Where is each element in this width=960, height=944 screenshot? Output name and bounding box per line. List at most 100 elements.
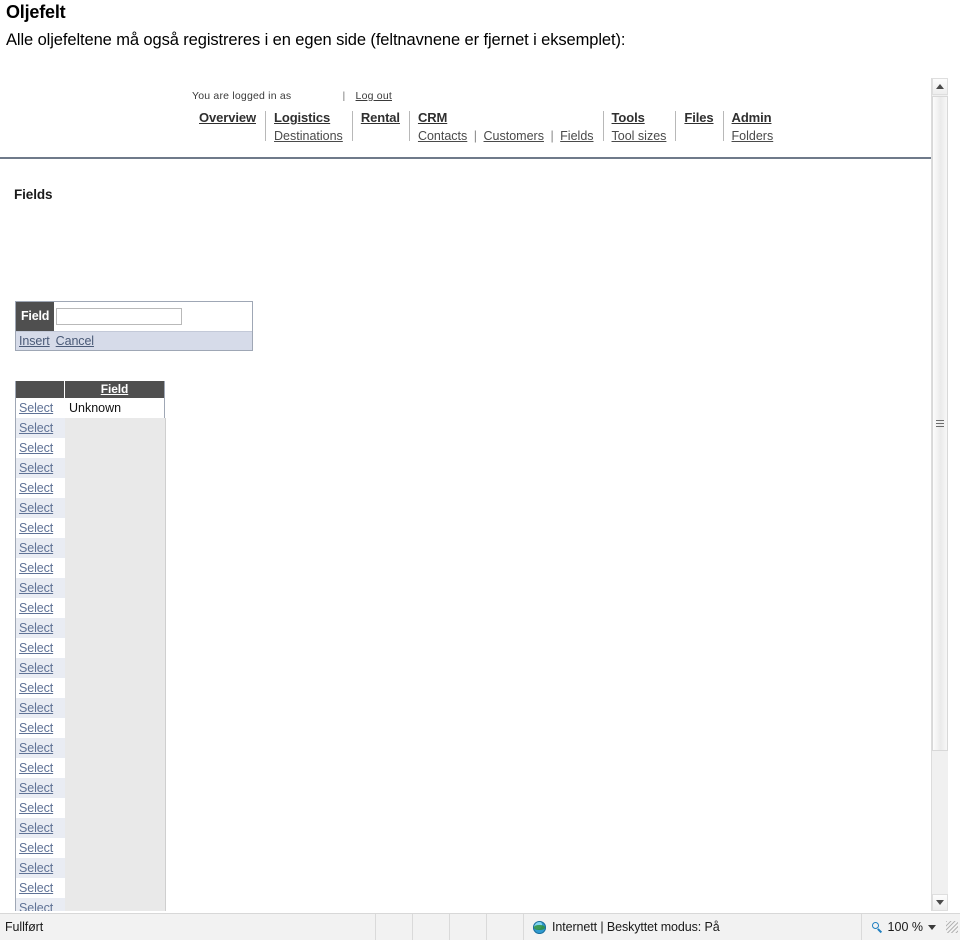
insert-form-actions: Insert Cancel (16, 331, 252, 350)
scroll-up-button[interactable] (932, 78, 948, 95)
nav-item-files[interactable]: Files (684, 110, 713, 126)
row-select-cell: Select (16, 581, 65, 595)
table-row: Select (16, 558, 164, 578)
row-select-cell: Select (16, 701, 65, 715)
nav-item-overview[interactable]: Overview (199, 110, 256, 126)
select-link[interactable]: Select (19, 821, 53, 835)
nav-item-tools[interactable]: Tools (612, 110, 667, 126)
zoom-level-text: 100 % (887, 920, 923, 934)
select-link[interactable]: Select (19, 861, 53, 875)
select-link[interactable]: Select (19, 401, 53, 415)
row-select-cell: Select (16, 601, 65, 615)
select-link[interactable]: Select (19, 681, 53, 695)
row-select-cell: Select (16, 421, 65, 435)
resize-grip-icon[interactable] (946, 921, 958, 933)
row-select-cell: Select (16, 721, 65, 735)
status-text: Fullført (5, 920, 44, 934)
table-row: Select (16, 458, 164, 478)
insert-form-panel: Field Insert Cancel (15, 301, 253, 351)
nav-separator: | (473, 129, 478, 143)
document-paragraph: Alle oljefeltene må også registreres i e… (6, 31, 626, 49)
select-link[interactable]: Select (19, 441, 53, 455)
status-segment (449, 914, 486, 940)
nav-subitem-contacts[interactable]: Contacts (418, 129, 467, 143)
browser-screenshot: You are logged in as | Log out Overview … (0, 78, 960, 944)
scroll-up-arrow-icon (936, 84, 944, 89)
table-row: Select (16, 778, 164, 798)
nav-group-tools: Tools Tool sizes (602, 110, 676, 144)
table-row: Select (16, 538, 164, 558)
select-link[interactable]: Select (19, 801, 53, 815)
scroll-down-button[interactable] (932, 894, 948, 911)
select-link[interactable]: Select (19, 521, 53, 535)
cancel-link[interactable]: Cancel (56, 334, 94, 348)
select-link[interactable]: Select (19, 741, 53, 755)
row-select-cell: Select (16, 661, 65, 675)
select-link[interactable]: Select (19, 541, 53, 555)
security-zone-indicator[interactable]: Internett | Beskyttet modus: På (523, 914, 728, 940)
insert-form-row: Field (16, 302, 252, 331)
row-select-cell: Select (16, 621, 65, 635)
table-row: Select (16, 438, 164, 458)
nav-group-rental: Rental (351, 110, 409, 141)
login-status-bar: You are logged in as | Log out (192, 90, 392, 102)
select-link[interactable]: Select (19, 761, 53, 775)
nav-subitem-folders[interactable]: Folders (732, 129, 774, 143)
status-segment (486, 914, 523, 940)
table-row: Select (16, 498, 164, 518)
status-segment (412, 914, 449, 940)
nav-group-admin: Admin Folders (722, 110, 783, 144)
select-link[interactable]: Select (19, 881, 53, 895)
select-link[interactable]: Select (19, 501, 53, 515)
scrollbar-thumb[interactable] (932, 96, 948, 751)
nav-item-logistics[interactable]: Logistics (274, 110, 343, 126)
row-select-cell: Select (16, 881, 65, 895)
table-row: Select (16, 678, 164, 698)
nav-item-crm[interactable]: CRM (418, 110, 594, 126)
select-link[interactable]: Select (19, 641, 53, 655)
select-link[interactable]: Select (19, 421, 53, 435)
app-header: You are logged in as | Log out Overview … (0, 78, 931, 157)
nav-item-rental[interactable]: Rental (361, 110, 400, 126)
row-select-cell: Select (16, 461, 65, 475)
select-link[interactable]: Select (19, 721, 53, 735)
logout-link[interactable]: Log out (356, 90, 392, 102)
globe-icon (533, 920, 546, 934)
row-select-cell: Select (16, 441, 65, 455)
row-field-value: Unknown (69, 401, 122, 415)
insert-link[interactable]: Insert (19, 334, 50, 348)
select-link[interactable]: Select (19, 481, 53, 495)
nav-item-admin[interactable]: Admin (732, 110, 774, 126)
select-link[interactable]: Select (19, 661, 53, 675)
select-link[interactable]: Select (19, 461, 53, 475)
select-link[interactable]: Select (19, 701, 53, 715)
login-status-text: You are logged in as (192, 90, 292, 102)
table-row: Select (16, 598, 164, 618)
fields-grid-body: Select Unknown Select Select Select Select Sel… (16, 398, 164, 911)
nav-subitem-customers[interactable]: Customers (484, 129, 544, 143)
page-vertical-scrollbar[interactable] (931, 78, 948, 911)
grid-header-field-col: Field (100, 382, 129, 396)
row-select-cell: Select (16, 781, 65, 795)
nav-subitem-fields[interactable]: Fields (560, 129, 593, 143)
nav-subitem-destinations[interactable]: Destinations (274, 129, 343, 143)
nav-subitems-crm: Contacts | Customers | Fields (418, 128, 594, 144)
select-link[interactable]: Select (19, 621, 53, 635)
row-select-cell: Select (16, 521, 65, 535)
row-select-cell: Select (16, 821, 65, 835)
table-row: Select (16, 738, 164, 758)
nav-subitems-tools: Tool sizes (612, 128, 667, 144)
select-link[interactable]: Select (19, 781, 53, 795)
field-name-input[interactable] (56, 308, 183, 325)
nav-subitem-tool-sizes[interactable]: Tool sizes (612, 129, 667, 143)
row-select-cell: Select (16, 681, 65, 695)
select-link[interactable]: Select (19, 841, 53, 855)
document-header: Oljefelt Alle oljefeltene må også regist… (0, 0, 960, 52)
select-link[interactable]: Select (19, 561, 53, 575)
chevron-down-icon[interactable] (928, 924, 936, 930)
row-select-cell: Select (16, 761, 65, 775)
select-link[interactable]: Select (19, 581, 53, 595)
select-link[interactable]: Select (19, 901, 53, 911)
select-link[interactable]: Select (19, 601, 53, 615)
zoom-control[interactable]: 100 % (860, 914, 946, 940)
